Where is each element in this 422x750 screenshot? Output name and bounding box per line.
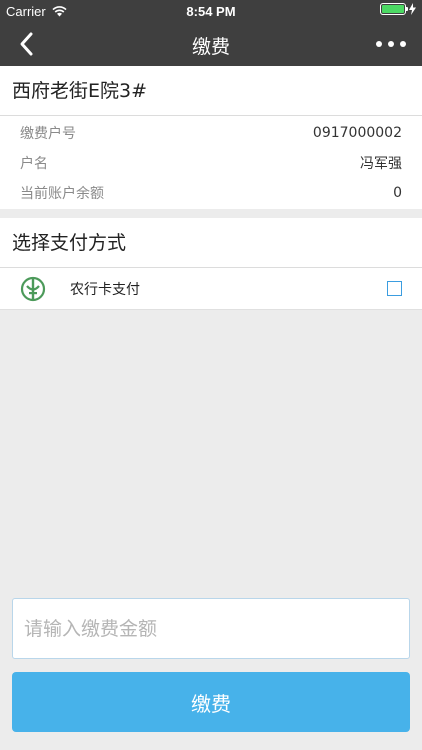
balance-value: 0 (393, 185, 402, 201)
account-number-row: 缴费户号 0917000002 (0, 118, 422, 148)
balance-label: 当前账户余额 (20, 186, 104, 202)
account-holder-row: 户名 冯军强 (0, 148, 422, 178)
pay-button[interactable]: 缴费 (12, 672, 410, 732)
account-holder-value: 冯军强 (360, 156, 402, 172)
abc-card-payment-label: 农行卡支付 (70, 281, 140, 298)
account-number-label: 缴费户号 (20, 126, 76, 142)
account-address: 西府老街E院3# (0, 66, 422, 116)
balance-row: 当前账户余额 0 (0, 178, 422, 208)
charging-icon (409, 3, 416, 15)
agricultural-bank-logo-icon (20, 276, 46, 301)
account-number-value: 0917000002 (312, 125, 402, 141)
status-right (380, 3, 416, 15)
page-title: 缴费 (191, 36, 230, 58)
more-options-icon[interactable] (376, 32, 406, 56)
account-holder-label: 户名 (20, 156, 48, 172)
status-time: 8:54 PM (186, 4, 236, 19)
account-info-card: 西府老街E院3# 缴费户号 0917000002 户名 冯军强 当前账户余额 0 (0, 66, 422, 209)
amount-input[interactable] (12, 598, 410, 659)
payment-method-title: 选择支付方式 (0, 218, 422, 268)
status-bar: Carrier 8:54 PM (0, 0, 422, 22)
battery-icon (380, 3, 408, 15)
payment-method-card: 选择支付方式 农行卡支付 (0, 218, 422, 310)
abc-card-payment-option[interactable]: 农行卡支付 (0, 268, 422, 310)
navigation-bar: 缴费 (0, 22, 422, 66)
payment-method-checkbox[interactable] (387, 281, 402, 296)
